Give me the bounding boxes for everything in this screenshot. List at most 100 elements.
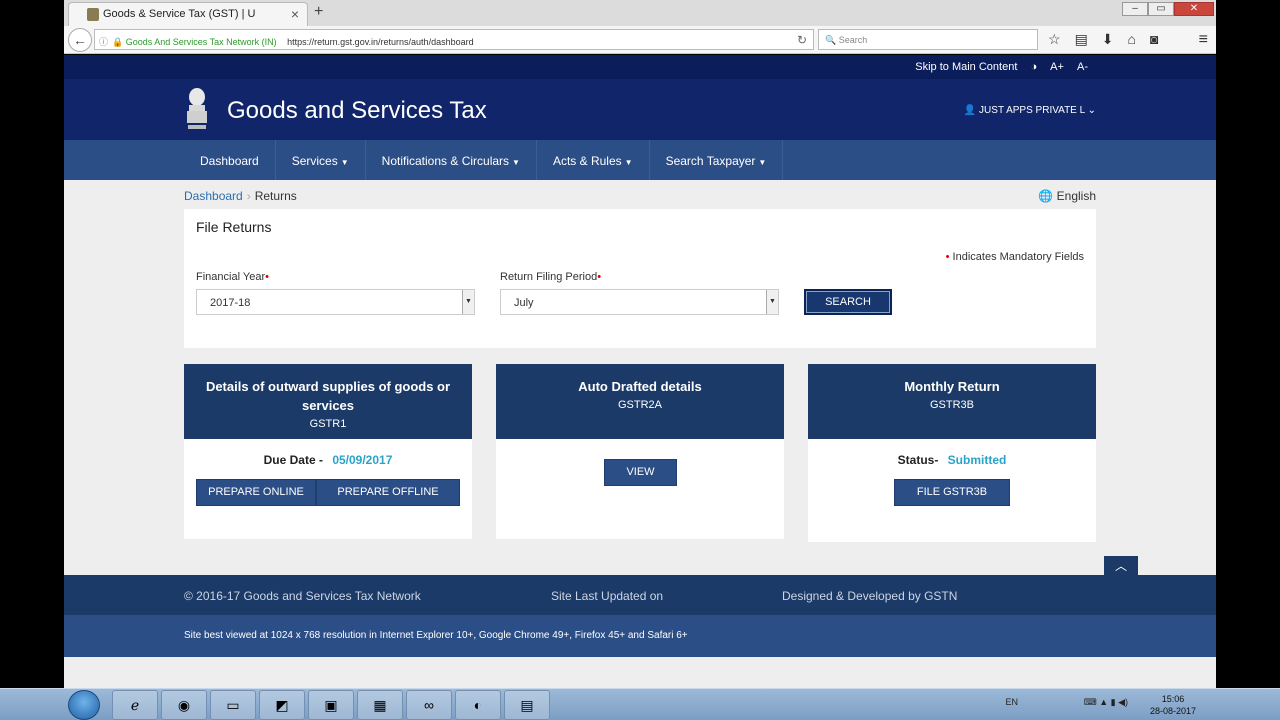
site-title: Goods and Services Tax [227,97,487,124]
app-icon-5[interactable]: ∞ [406,690,452,720]
footer-main: © 2016-17 Goods and Services Tax Network… [64,575,1216,615]
minimize-button[interactable]: – [1122,2,1148,16]
start-button[interactable] [68,690,100,720]
site-identity: Goods And Services Tax Network (IN) [125,37,277,47]
clock-date: 28-08-2017 [1149,706,1196,716]
breadcrumb-dashboard-link[interactable]: Dashboard [184,189,243,203]
prepare-online-button[interactable]: PREPARE ONLINE [196,479,316,506]
hamburger-menu-icon[interactable]: ≡ [1199,31,1208,49]
browser-tab-bar: Goods & Service Tax (GST) | U × + – ▭ ✕ [64,0,1216,26]
mandatory-note-text: Indicates Mandatory Fields [952,251,1084,263]
return-period-select[interactable]: July ▼ [500,289,779,315]
system-tray-icons[interactable]: ⌨ ▲ ▮ ◀) [1084,697,1128,708]
chevron-up-icon: ︿ [1114,559,1127,573]
due-date: Due Date - 05/09/2017 [184,453,472,467]
required-marker: • [265,271,269,283]
main-nav-list: Dashboard Services ▼ Notifications & Circul… [184,140,784,180]
new-tab-button[interactable]: + [314,3,323,21]
file-returns-title: File Returns [196,219,272,235]
internet-explorer-icon[interactable]: ℯ [112,690,158,720]
lock-icon: 🔒 [112,37,124,47]
pocket-icon[interactable]: ◙ [1150,31,1158,48]
screen: Goods & Service Tax (GST) | U × + – ▭ ✕ … [0,0,1280,720]
financial-year-select[interactable]: 2017-18 ▼ [196,289,475,315]
period-label-text: Return Filing Period [500,271,598,283]
globe-icon: 🌐 [1038,189,1054,203]
nav-item-search-taxpayer[interactable]: Search Taxpayer ▼ [650,140,784,180]
user-menu[interactable]: 👤 JUST APPS PRIVATE L ⌄ [964,105,1096,116]
due-date-label: Due Date - [263,453,323,467]
status-value: Submitted [947,453,1007,467]
nav-item-acts-rules[interactable]: Acts & Rules ▼ [537,140,650,180]
nav-item-dashboard[interactable]: Dashboard [184,140,276,180]
scroll-to-top-button[interactable]: ︿ [1104,556,1138,576]
font-decrease-button[interactable]: A- [1077,61,1088,73]
app-icon-2[interactable]: ◩ [259,690,305,720]
window-close-button[interactable]: ✕ [1174,2,1214,16]
period-label: Return Filing Period• [500,271,601,283]
financial-year-label-text: Financial Year [196,271,266,283]
required-marker: • [597,271,602,283]
caret-down-icon: ▼ [624,158,633,167]
nav-item-services[interactable]: Services ▼ [276,140,366,180]
search-input[interactable]: 🔍 Search [818,29,1038,50]
caret-down-icon: ▼ [758,158,767,167]
gstr2a-title: Auto Drafted details [578,379,702,394]
clock[interactable]: 15:06 28-08-2017 [1150,693,1196,717]
clock-time: 15:06 [1161,694,1185,704]
firefox-icon[interactable]: ◉ [161,690,207,720]
window-controls: – ▭ ✕ [1122,2,1214,16]
footer-designed-by: Designed & Developed by GSTN [782,589,958,603]
language-indicator[interactable]: EN [1005,697,1018,707]
chevron-down-icon: ⌄ [1087,105,1096,116]
caret-down-icon: ▼ [340,158,349,167]
user-name: JUST APPS PRIVATE L [979,105,1085,116]
financial-year-value: 2017-18 [210,297,251,309]
app-icon-3[interactable]: ▣ [308,690,354,720]
reload-icon[interactable]: ↻ [797,33,807,47]
back-button[interactable]: ← [68,28,92,52]
nav-item-notifications-circulars[interactable]: Notifications & Circulars ▼ [366,140,537,180]
gstr1-title: Details of outward supplies of goods or … [205,379,451,413]
dropdown-arrow-icon: ▼ [766,290,778,314]
nav-item-label: Acts & Rules [552,154,622,168]
notepad-icon[interactable]: ▤ [504,690,550,720]
gstr3b-title: Monthly Return [904,379,1000,394]
tab-close-icon[interactable]: × [291,6,299,22]
skip-to-content-link[interactable]: Skip to Main Content [915,61,1017,73]
file-returns-panel: File Returns • Indicates Mandatory Field… [184,209,1096,348]
home-icon[interactable]: ⌂ [1128,31,1136,48]
gstr3b-card-header: Monthly Return GSTR3B [808,364,1096,439]
search-button[interactable]: SEARCH [804,289,892,315]
gstr2a-card: Auto Drafted details GSTR2A VIEW [496,364,784,539]
gstr2a-card-header: Auto Drafted details GSTR2A [496,364,784,439]
info-icon[interactable]: ⓘ [99,37,108,47]
file-gstr3b-button[interactable]: FILE GSTR3B [894,479,1010,506]
browser-nav-bar: ← ⓘ 🔒 Goods And Services Tax Network (IN)… [64,26,1216,54]
spreadsheet-icon[interactable]: ▦ [357,690,403,720]
file-explorer-icon[interactable]: ▭ [210,690,256,720]
search-icon: 🔍 [825,35,837,45]
browser-tab[interactable]: Goods & Service Tax (GST) | U × [68,2,308,26]
bookmark-star-icon[interactable]: ☆ [1048,31,1061,48]
url-text: https://return.gst.gov.in/returns/auth/d… [287,37,474,47]
font-increase-button[interactable]: A+ [1050,61,1064,73]
gst-page: Skip to Main Content ◑ A+ A- Goods and S… [64,55,1216,688]
address-bar[interactable]: ⓘ 🔒 Goods And Services Tax Network (IN) h… [94,29,814,50]
contrast-icon[interactable]: ◑ [1030,61,1037,73]
reading-list-icon[interactable]: ▤ [1075,31,1088,48]
browser-toolbar: ☆ ▤ ⬇ ⌂ ◙ [1048,31,1158,48]
download-icon[interactable]: ⬇ [1102,31,1114,48]
app-icon-6[interactable]: ◐ [455,690,501,720]
gstr2a-form-code: GSTR2A [617,399,662,411]
emblem-favicon-icon [87,8,99,21]
gstr1-form-code: GSTR1 [309,418,347,430]
prepare-offline-button[interactable]: PREPARE OFFLINE [316,479,460,506]
nav-item-label: Services [291,154,338,168]
status-label: Status- [897,453,939,467]
main-nav: Dashboard Services ▼ Notifications & Circul… [64,140,1216,180]
view-button[interactable]: VIEW [604,459,677,486]
language-selector[interactable]: 🌐 English [1038,189,1096,203]
due-date-value: 05/09/2017 [332,453,393,467]
maximize-button[interactable]: ▭ [1148,2,1174,16]
